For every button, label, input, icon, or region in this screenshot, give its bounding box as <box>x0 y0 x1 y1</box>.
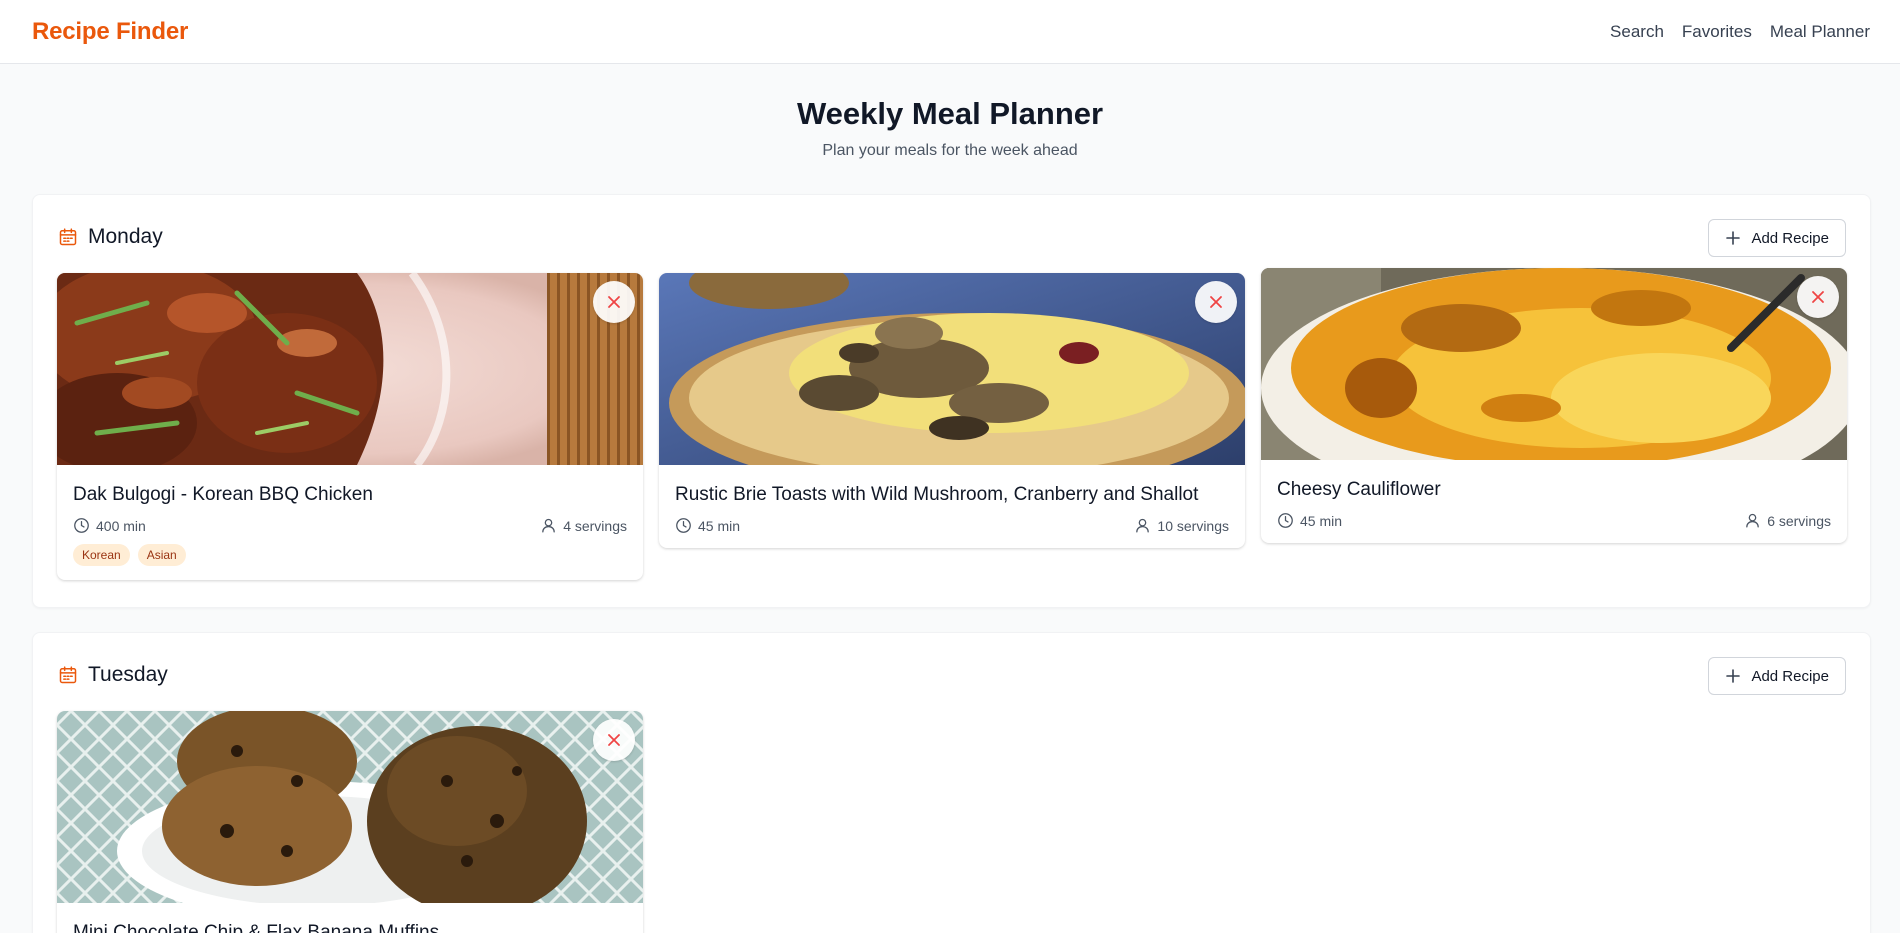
recipe-time: 45 min <box>1277 512 1342 529</box>
close-icon <box>608 296 620 308</box>
banana-muffins-photo[interactable] <box>57 711 643 903</box>
add-recipe-button[interactable]: Add Recipe <box>1708 657 1846 695</box>
recipe-card[interactable]: Mini Chocolate Chip & Flax Banana Muffin… <box>57 711 643 933</box>
recipe-title[interactable]: Dak Bulgogi - Korean BBQ Chicken <box>73 483 627 507</box>
recipe-servings: 4 servings <box>540 517 627 534</box>
card-body: Mini Chocolate Chip & Flax Banana Muffin… <box>57 903 643 933</box>
calendar-icon <box>59 228 77 246</box>
day-section-monday: Monday Add Recipe Dak Bulgogi - Korean B… <box>32 194 1871 608</box>
recipe-time-text: 400 min <box>96 517 146 534</box>
remove-recipe-button[interactable] <box>1195 281 1237 323</box>
recipe-servings: 6 servings <box>1744 512 1831 529</box>
brand-logo[interactable]: Recipe Finder <box>32 18 188 46</box>
plus-icon <box>1726 231 1741 245</box>
clock-icon <box>676 518 691 533</box>
card-body: Dak Bulgogi - Korean BBQ Chicken 400 min… <box>57 465 643 580</box>
recipe-tags: Korean Asian <box>73 544 627 566</box>
tag-chip: Asian <box>137 544 186 566</box>
close-icon <box>1210 296 1222 308</box>
add-recipe-label: Add Recipe <box>1751 229 1829 247</box>
day-header: Tuesday <box>58 663 168 687</box>
remove-recipe-button[interactable] <box>593 719 635 761</box>
add-recipe-button[interactable]: Add Recipe <box>1708 219 1846 257</box>
day-name: Tuesday <box>88 663 168 686</box>
korean-bbq-chicken-photo[interactable] <box>57 273 643 465</box>
close-icon <box>1812 291 1824 303</box>
cheesy-cauliflower-photo[interactable] <box>1261 268 1847 460</box>
recipe-photo <box>659 273 1245 465</box>
recipe-servings-text: 4 servings <box>563 517 627 534</box>
recipe-card[interactable]: Dak Bulgogi - Korean BBQ Chicken 400 min… <box>57 273 643 580</box>
user-icon <box>1746 513 1759 528</box>
recipe-title[interactable]: Cheesy Cauliflower <box>1277 478 1831 502</box>
recipe-time: 45 min <box>675 517 740 534</box>
user-icon <box>1136 518 1150 533</box>
main-nav: Search Favorites Meal Planner <box>1610 22 1870 42</box>
remove-recipe-button[interactable] <box>1797 276 1839 318</box>
recipe-photo <box>57 273 643 465</box>
recipe-title[interactable]: Rustic Brie Toasts with Wild Mushroom, C… <box>675 483 1229 507</box>
recipe-photo <box>1261 268 1847 460</box>
page-title: Weekly Meal Planner <box>796 96 1104 131</box>
card-body: Cheesy Cauliflower 45 min 6 servings <box>1261 460 1847 543</box>
plus-icon <box>1726 669 1741 683</box>
day-name: Monday <box>88 225 163 248</box>
recipe-card[interactable]: Rustic Brie Toasts with Wild Mushroom, C… <box>659 273 1245 548</box>
close-icon <box>608 734 620 746</box>
recipe-servings: 10 servings <box>1134 517 1229 534</box>
recipe-time-text: 45 min <box>1300 512 1343 529</box>
recipe-card[interactable]: Cheesy Cauliflower 45 min 6 servings <box>1261 268 1847 543</box>
user-icon <box>542 518 555 533</box>
recipe-meta: 45 min 6 servings <box>1277 512 1831 529</box>
clock-icon <box>74 518 89 533</box>
tag-chip: Korean <box>73 544 130 566</box>
remove-recipe-button[interactable] <box>593 281 635 323</box>
recipe-meta: 45 min 10 servings <box>675 517 1229 534</box>
calendar-icon <box>59 666 77 684</box>
page-subtitle: Plan your meals for the week ahead <box>822 142 1078 159</box>
recipe-meta: 400 min 4 servings <box>73 517 627 534</box>
recipe-servings-text: 10 servings <box>1157 517 1229 534</box>
recipe-photo <box>57 711 643 903</box>
day-section-tuesday: Tuesday Add Recipe Mini Chocolate Chip &… <box>32 632 1871 933</box>
recipe-time-text: 45 min <box>698 517 741 534</box>
day-header: Monday <box>58 225 163 249</box>
card-body: Rustic Brie Toasts with Wild Mushroom, C… <box>659 465 1245 548</box>
recipe-servings-text: 6 servings <box>1767 512 1831 529</box>
brie-toast-photo[interactable] <box>659 273 1245 465</box>
nav-search-link[interactable]: Search <box>1610 22 1664 42</box>
recipe-time: 400 min <box>73 517 146 534</box>
add-recipe-label: Add Recipe <box>1751 667 1829 685</box>
nav-favorites-link[interactable]: Favorites <box>1682 22 1752 42</box>
recipe-title[interactable]: Mini Chocolate Chip & Flax Banana Muffin… <box>73 921 627 933</box>
nav-meal-planner-link[interactable]: Meal Planner <box>1770 22 1870 42</box>
top-navbar: Recipe Finder Search Favorites Meal Plan… <box>0 0 1900 64</box>
clock-icon <box>1278 513 1293 528</box>
